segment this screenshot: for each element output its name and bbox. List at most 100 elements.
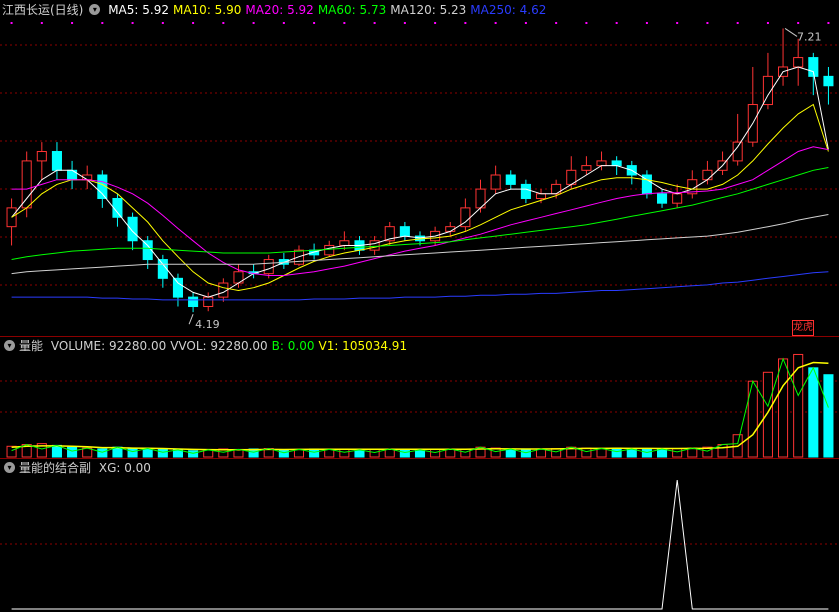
volume-collapse-icon[interactable]: ▾ [4, 340, 15, 351]
candle-body-34 [520, 183, 531, 199]
candle-body-17 [263, 259, 274, 275]
volume-bar-10 [157, 448, 168, 458]
candle-body-35 [535, 193, 547, 199]
ma-line-ma20 [11, 146, 829, 276]
volume-bar-6 [97, 448, 108, 458]
volume-legend: ▾ 量能 VOLUME: 92280.00 VVOL: 92280.00 B: 0.0… [2, 337, 415, 355]
candle-body-0 [6, 207, 17, 228]
main-legend-item-4: MA120: 5.23 [390, 3, 467, 17]
signal-dot-42 [645, 22, 648, 24]
volume-bar-4 [67, 446, 78, 458]
candle-body-13 [203, 296, 214, 308]
main-legend-item-1: MA10: 5.90 [172, 3, 242, 17]
volume-bar-50 [762, 371, 773, 458]
signal-dot-6 [101, 22, 104, 24]
volume-bar-51 [778, 358, 789, 458]
candle-body-44 [672, 193, 683, 204]
volume-bar-12 [188, 450, 199, 458]
candlestick-layer [6, 28, 834, 313]
volume-bars-layer [6, 353, 834, 458]
signal-dot-40 [615, 22, 618, 24]
signal-dot-36 [555, 22, 558, 24]
candle-body-38 [581, 165, 592, 171]
indicator-legend: ▾ 量能的结合副 XG: 0.00 [2, 459, 159, 477]
volume-bar-40 [611, 447, 622, 458]
volume-bar-0 [6, 445, 17, 458]
candle-body-54 [823, 75, 834, 87]
dragon-tiger-badge[interactable]: 龙虎 [792, 320, 814, 336]
volume-bar-54 [823, 374, 834, 458]
candle-body-39 [596, 160, 607, 167]
volume-bar-9 [142, 448, 153, 458]
volume-bar-26 [399, 448, 410, 458]
main-collapse-icon[interactable]: ▾ [89, 4, 101, 15]
indicator-legend-item-0: XG: 0.00 [98, 461, 151, 475]
ma-line-ma250 [11, 271, 829, 301]
candle-body-32 [490, 174, 501, 190]
signal-dot-24 [373, 22, 376, 24]
candle-body-21 [324, 244, 335, 256]
signal-dot-12 [192, 22, 195, 24]
volume-legend-item-1: VVOL: 92280.00 [170, 339, 268, 353]
candle-body-46 [702, 169, 713, 181]
signal-dot-50 [766, 22, 769, 24]
candle-body-8 [127, 216, 138, 242]
volume-bar-42 [641, 448, 652, 458]
ma-line-ma5 [11, 66, 829, 298]
candle-body-52 [793, 57, 804, 68]
candle-body-43 [656, 193, 668, 204]
volume-bar-52 [793, 353, 804, 458]
signal-dot-26 [403, 22, 406, 24]
signal-dot-30 [464, 22, 467, 24]
volume-bar-20 [309, 448, 320, 458]
low-price-label: 4.19 [195, 318, 220, 331]
volume-legend-item-0: VOLUME: 92280.00 [50, 339, 167, 353]
signal-dot-46 [706, 22, 709, 24]
signal-dot-10 [161, 22, 164, 24]
volume-bar-22 [339, 448, 350, 458]
signal-dot-20 [313, 22, 316, 24]
signal-dot-48 [736, 22, 739, 24]
volume-legend-item-2: B: 0.00 [271, 339, 315, 353]
signal-dot-16 [252, 22, 255, 24]
candle-body-3 [51, 151, 62, 171]
volume-bar-3 [51, 444, 62, 458]
volume-legend-items: VOLUME: 92280.00 VVOL: 92280.00 B: 0.00 V1:… [51, 339, 411, 353]
main-legend-items: MA5: 5.92 MA10: 5.90 MA20: 5.92 MA60: 5.73 M… [108, 3, 550, 17]
volume-bar-53 [808, 367, 819, 458]
candle-body-2 [36, 151, 47, 162]
signal-dot-52 [797, 22, 800, 24]
main-legend-item-5: MA250: 4.62 [470, 3, 547, 17]
volume-bar-18 [278, 449, 289, 458]
signal-dot-8 [131, 22, 134, 24]
main-legend-item-0: MA5: 5.92 [108, 3, 169, 17]
main-chart-title: 江西长运(日线) [2, 3, 84, 17]
main-legend-item-2: MA20: 5.92 [245, 3, 314, 17]
chart-canvas: 7.21 4.19 [0, 22, 839, 610]
signal-dot-34 [524, 22, 527, 24]
volume-legend-item-3: V1: 105034.91 [318, 339, 408, 353]
low-marker-arrow [188, 313, 194, 325]
volume-bar-44 [672, 448, 683, 458]
indicator-collapse-icon[interactable]: ▾ [4, 462, 15, 473]
volume-bar-21 [324, 448, 335, 458]
v1-line [11, 361, 829, 451]
candle-body-12 [188, 296, 199, 308]
signal-dot-0 [10, 22, 13, 24]
signal-dot-18 [282, 22, 285, 24]
volume-bar-38 [581, 447, 592, 458]
candle-body-33 [505, 174, 516, 185]
ma-lines-layer [11, 66, 829, 301]
high-marker-arrow [784, 28, 798, 37]
signal-dot-28 [434, 22, 437, 24]
indicator-panel-title: 量能的结合副 [19, 461, 92, 475]
candle-body-40 [611, 160, 622, 167]
volume-bar-15 [233, 448, 244, 458]
signal-dot-14 [222, 22, 225, 24]
candle-body-22 [339, 240, 350, 246]
volume-bar-24 [369, 448, 380, 458]
volume-bar-28 [430, 448, 441, 458]
volume-bar-45 [687, 447, 698, 458]
main-legend: 江西长运(日线) ▾ MA5: 5.92 MA10: 5.90 MA20: 5.92 M… [2, 1, 554, 19]
volume-bar-30 [460, 448, 471, 458]
